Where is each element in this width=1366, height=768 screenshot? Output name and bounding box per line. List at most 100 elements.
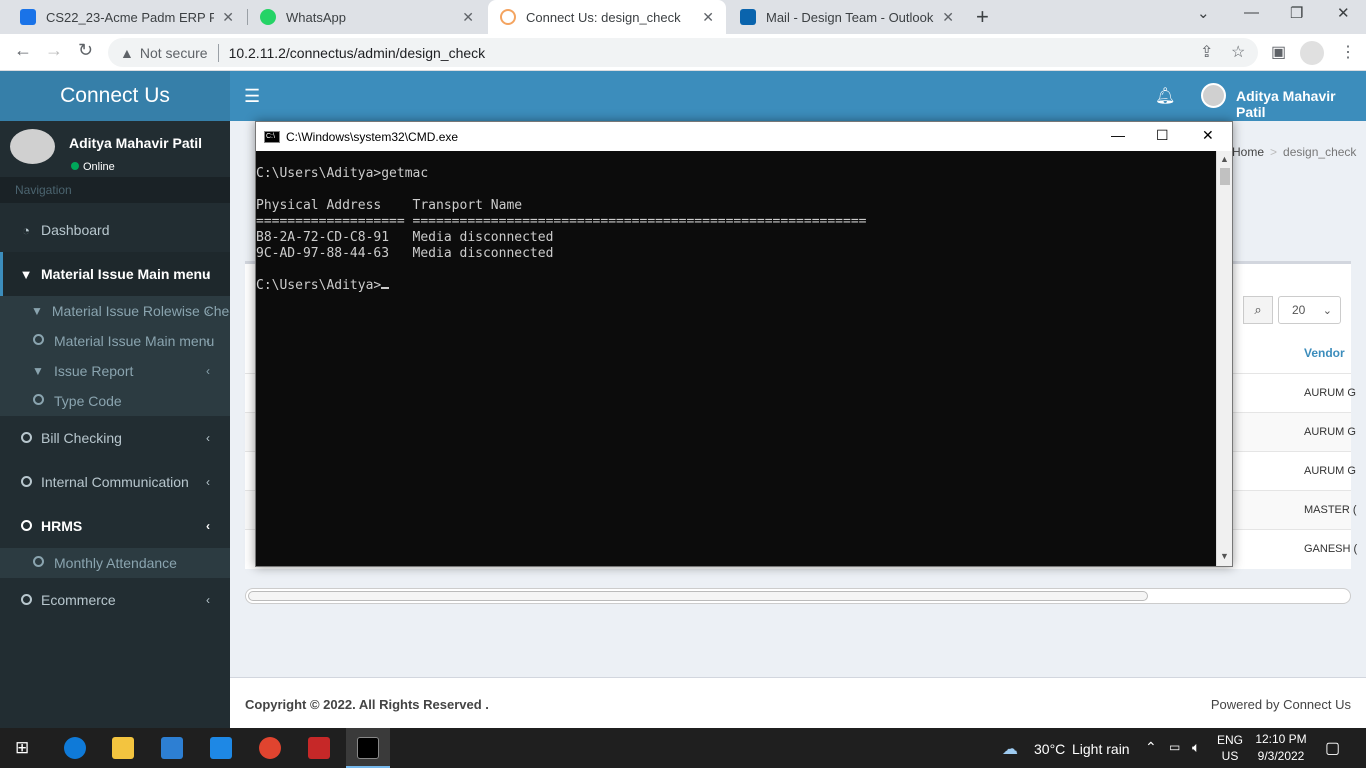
app-logo[interactable]: Connect Us <box>0 71 230 121</box>
horizontal-scrollbar[interactable] <box>245 588 1351 604</box>
minimize-icon[interactable]: — <box>1244 4 1259 21</box>
vendor-cell: MASTER ( <box>1304 504 1357 516</box>
close-icon[interactable]: ✕ <box>1202 127 1214 144</box>
page-size-select[interactable]: 20 ⌄ <box>1278 296 1341 324</box>
sidebar-item-type-code[interactable]: Type Code <box>0 386 230 416</box>
back-icon[interactable]: ← <box>14 40 32 61</box>
tab-search-icon[interactable]: ⌄ <box>1197 4 1210 22</box>
close-icon[interactable]: ✕ <box>222 9 234 26</box>
sidebar-item-label: Type Code <box>54 393 122 409</box>
chevron-left-icon: ‹ <box>206 519 210 533</box>
sidebar-item-label: HRMS <box>41 518 83 534</box>
weather-text[interactable]: Light rain <box>1072 741 1130 757</box>
sidebar-item-ecommerce[interactable]: Ecommerce ‹ <box>0 578 230 622</box>
bookmark-star-icon[interactable]: ☆ <box>1231 42 1245 62</box>
tab-title: Connect Us: design_check <box>526 9 681 25</box>
console-prompt: C:\Users\Aditya> <box>256 278 382 293</box>
side-panel-icon[interactable]: ▣ <box>1271 42 1286 62</box>
close-icon[interactable]: ✕ <box>702 9 714 26</box>
windows-taskbar: ⊞ ☁ 30°C Light rain ⌃ ▭ 🔈︎ ENG US 12:10 … <box>0 728 1366 768</box>
weather-cloud-icon: ☁ <box>1002 741 1018 758</box>
clock-time[interactable]: 12:10 PM <box>1251 732 1311 746</box>
language-code[interactable]: ENG <box>1214 733 1246 747</box>
cmd-title: C:\Windows\system32\CMD.exe <box>286 129 459 144</box>
notification-icon[interactable]: ▢ <box>1325 738 1340 758</box>
address-bar[interactable]: ▲ Not secure 10.2.11.2/connectus/admin/d… <box>108 38 1258 67</box>
online-dot-icon <box>71 162 79 170</box>
region-code[interactable]: US <box>1214 749 1246 763</box>
sidebar-item-hrms[interactable]: HRMS ‹ <box>0 504 230 548</box>
sidebar: Aditya Mahavir Patil Online Navigation ◔… <box>0 121 230 728</box>
cmd-vertical-scrollbar[interactable]: ▲ ▼ <box>1216 151 1232 566</box>
share-icon[interactable]: ⇪ <box>1200 42 1213 62</box>
tab-erp[interactable]: CS22_23-Acme Padm ERP Platfor ✕ <box>8 0 246 34</box>
tab-outlook[interactable]: Mail - Design Team - Outlook ✕ <box>728 0 966 34</box>
battery-icon[interactable]: ▭ <box>1169 740 1180 754</box>
chevron-up-icon[interactable]: ⌃ <box>1145 739 1157 756</box>
sidebar-item-dashboard[interactable]: ◔ Dashboard <box>0 208 230 252</box>
close-icon[interactable]: ✕ <box>942 9 954 26</box>
sidebar-item-material-issue[interactable]: ▼ Material Issue Main menu ‹ <box>0 252 230 296</box>
minimize-icon[interactable]: — <box>1111 127 1125 143</box>
maximize-icon[interactable]: ☐ <box>1156 127 1169 144</box>
chevron-left-icon: ‹ <box>206 475 210 489</box>
outlook-icon <box>740 9 756 25</box>
close-icon[interactable]: ✕ <box>462 9 474 26</box>
app-footer: Copyright © 2022. All Rights Reserved . … <box>230 677 1366 728</box>
breadcrumb-current: design_check <box>1283 145 1357 159</box>
avatar[interactable] <box>1201 83 1226 108</box>
tab-whatsapp[interactable]: WhatsApp ✕ <box>248 0 486 34</box>
sidebar-item-issue-report[interactable]: ▼ Issue Report ‹ <box>0 356 230 386</box>
bell-icon[interactable]: 🔔︎ <box>1155 86 1175 106</box>
breadcrumb-separator: > <box>1270 145 1278 159</box>
menu-kebab-icon[interactable]: ⋮ <box>1340 42 1356 62</box>
console-line: B8-2A-72-CD-C8-91 Media disconnected <box>256 230 554 245</box>
vendor-cell: GANESH ( <box>1304 543 1358 555</box>
vendor-column-header[interactable]: Vendor <box>1304 346 1345 360</box>
sidebar-item-bill-checking[interactable]: Bill Checking ‹ <box>0 416 230 460</box>
reload-icon[interactable]: ↻ <box>78 40 93 61</box>
circle-icon <box>31 394 45 408</box>
cmd-taskbar-icon[interactable] <box>357 737 379 759</box>
circle-icon <box>31 556 45 570</box>
cmd-console[interactable]: C:\Users\Aditya>getmac Physical Address T… <box>256 151 1216 566</box>
app-v-icon[interactable] <box>308 737 330 759</box>
browser-tab-bar: CS22_23-Acme Padm ERP Platfor ✕ WhatsApp… <box>0 0 1366 34</box>
sidebar-item-monthly-attendance[interactable]: Monthly Attendance <box>0 548 230 578</box>
restore-icon[interactable]: ❐ <box>1290 4 1303 22</box>
scroll-up-icon[interactable]: ▲ <box>1220 154 1229 164</box>
windows-start-icon[interactable]: ⊞ <box>15 738 29 758</box>
new-tab-button[interactable]: + <box>976 4 989 30</box>
console-line: Physical Address Transport Name <box>256 198 523 213</box>
sidebar-item-rolewise-check[interactable]: ▼ Material Issue Rolewise Check ‹ <box>0 296 230 326</box>
vendor-cell: AURUM G <box>1304 465 1356 477</box>
file-explorer-icon[interactable] <box>112 737 134 759</box>
cmd-app-icon: C:\ <box>264 130 280 143</box>
console-line: C:\Users\Aditya>getmac <box>256 166 429 181</box>
sidebar-item-label: Material Issue Main menu <box>41 266 211 282</box>
volume-icon[interactable]: 🔈︎ <box>1192 739 1200 756</box>
scroll-down-icon[interactable]: ▼ <box>1220 551 1229 561</box>
temperature[interactable]: 30°C <box>1034 741 1065 757</box>
forward-icon[interactable]: → <box>45 40 63 61</box>
clock-date[interactable]: 9/3/2022 <box>1251 749 1311 763</box>
tab-connect-us[interactable]: Connect Us: design_check ✕ <box>488 0 726 34</box>
avatar <box>10 129 55 164</box>
circle-icon <box>18 519 34 534</box>
profile-avatar[interactable] <box>1300 41 1324 65</box>
edge-icon[interactable] <box>64 737 86 759</box>
sidebar-item-material-main[interactable]: Material Issue Main menu ‹ <box>0 326 230 356</box>
close-window-icon[interactable]: ✕ <box>1337 4 1350 22</box>
breadcrumb: Home > design_check <box>1232 145 1356 159</box>
scrollbar-thumb[interactable] <box>1220 168 1230 185</box>
cmd-title-bar[interactable]: C:\ C:\Windows\system32\CMD.exe — ☐ ✕ <box>256 122 1232 151</box>
scrollbar-thumb[interactable] <box>248 591 1148 601</box>
microsoft-store-icon[interactable] <box>161 737 183 759</box>
sidebar-item-internal-communication[interactable]: Internal Communication ‹ <box>0 460 230 504</box>
chrome-icon[interactable] <box>259 737 281 759</box>
breadcrumb-home[interactable]: Home <box>1232 145 1264 159</box>
header-user-name[interactable]: Aditya Mahavir Patil <box>1236 88 1366 120</box>
mail-icon[interactable] <box>210 737 232 759</box>
search-button[interactable]: ⌕ <box>1243 296 1273 324</box>
hamburger-menu-icon[interactable]: ☰ <box>244 86 260 107</box>
